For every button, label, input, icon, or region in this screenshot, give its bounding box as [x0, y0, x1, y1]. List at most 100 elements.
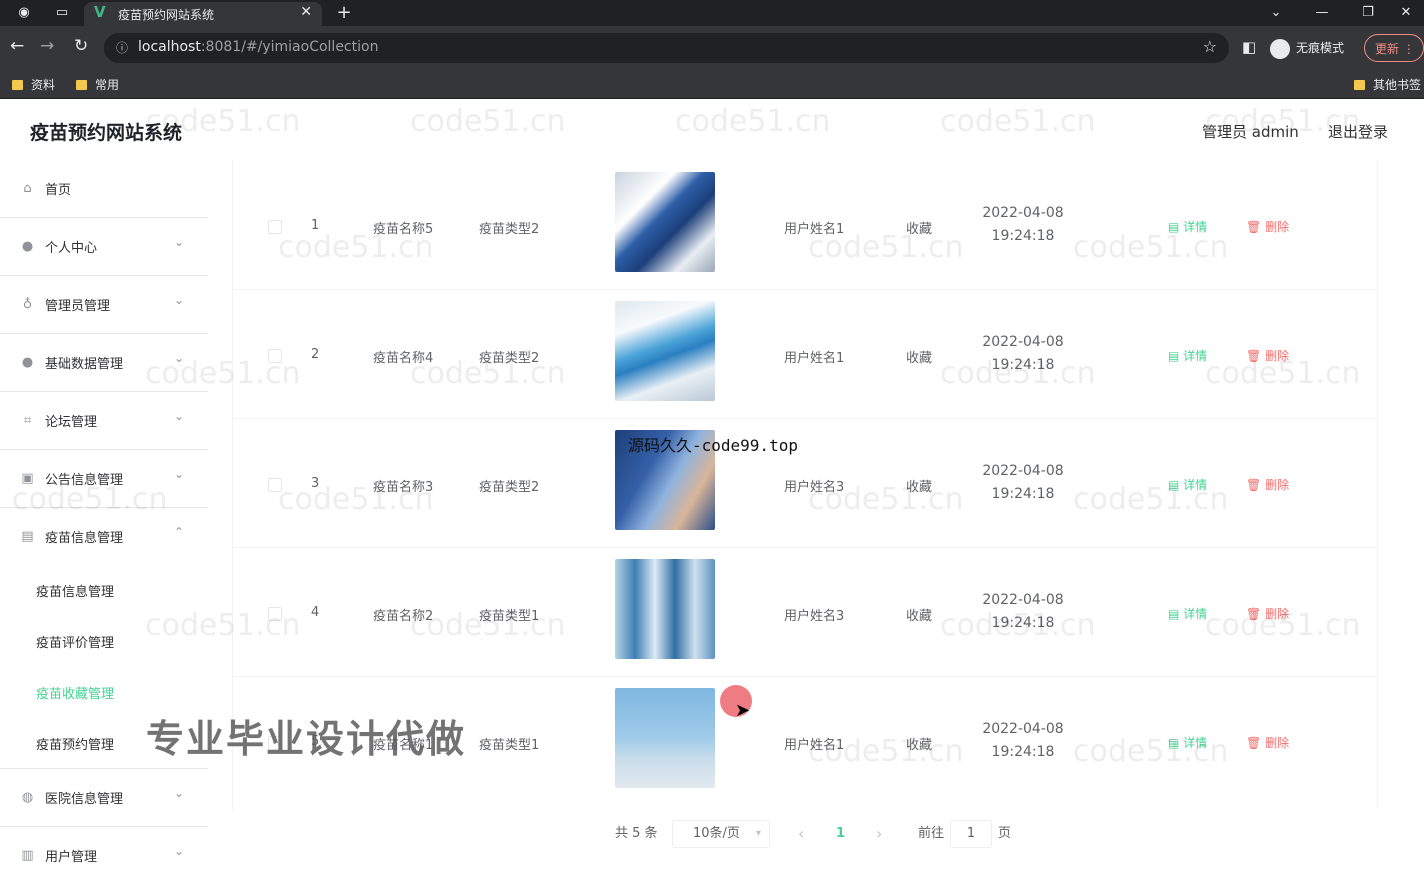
vaccine-name: 疫苗名称2 [373, 609, 434, 624]
chevron-down-icon: ⌄ [174, 351, 185, 365]
detail-button[interactable]: ▤ 详情 [1168, 347, 1207, 364]
printer-icon: ▤ [21, 529, 34, 544]
prev-page-button[interactable]: ‹ [798, 820, 804, 848]
sidebar-item-forum[interactable]: ⌗ 论坛管理 ⌄ [0, 392, 208, 450]
detail-button[interactable]: ▤ 详情 [1168, 218, 1207, 235]
user-name: 用户姓名1 [784, 351, 845, 366]
sidebar-subitem-vaccine-reviews[interactable]: 疫苗评价管理 [36, 632, 114, 651]
insert-time: 2022-04-08 19:24:18 [982, 205, 1064, 244]
restore-icon[interactable]: ❐ [1358, 0, 1378, 26]
table-row: 3 疫苗名称3 疫苗类型2 用户姓名3 收藏 2022-04-08 19:24:1… [233, 418, 1377, 548]
globe-icon[interactable]: ◉ [14, 0, 34, 26]
sidebar-item-admins[interactable]: ♁ 管理员管理 ⌄ [0, 276, 208, 334]
folder-icon [76, 80, 87, 90]
user-name: 用户姓名1 [784, 738, 845, 753]
home-icon: ⌂ [23, 181, 32, 196]
forward-icon[interactable]: → [40, 36, 54, 56]
vaccine-image [615, 559, 715, 659]
minimize-icon[interactable]: — [1312, 0, 1332, 26]
page-number-current[interactable]: 1 [836, 820, 845, 848]
collection-type: 收藏 [906, 609, 933, 624]
row-checkbox[interactable] [268, 349, 282, 363]
address-bar[interactable]: ⓘ localhost:8081/#/yimiaoCollection ☆ [104, 33, 1229, 63]
vue-logo-icon: V [94, 3, 106, 21]
user-name: 用户姓名1 [784, 222, 845, 237]
delete-button[interactable]: 🗑 删除 [1246, 476, 1289, 493]
side-panel-icon[interactable]: ◧ [1242, 38, 1256, 56]
sidebar-item-label: 用户管理 [45, 850, 98, 865]
sidebar-item-notices[interactable]: ▣ 公告信息管理 ⌄ [0, 450, 208, 508]
vaccine-type: 疫苗类型2 [479, 222, 540, 237]
tab-search-icon[interactable]: ⌄ [1266, 0, 1286, 26]
page-unit-label: 页 [998, 826, 1012, 841]
sidebar-subitem-vaccine-collection[interactable]: 疫苗收藏管理 [36, 683, 114, 702]
delete-button[interactable]: 🗑 删除 [1246, 218, 1289, 235]
insert-time: 2022-04-08 19:24:18 [982, 463, 1064, 502]
bookmark-folder[interactable]: 常用 [76, 76, 119, 93]
insert-time: 2022-04-08 19:24:18 [982, 721, 1064, 760]
vaccine-type: 疫苗类型2 [479, 351, 540, 366]
row-checkbox[interactable] [268, 607, 282, 621]
bookmarks-bar: 资料 常用 其他书签 [0, 70, 1424, 99]
bookmark-folder[interactable]: 资料 [12, 76, 55, 93]
vaccine-name: 疫苗名称3 [373, 480, 434, 495]
delete-button[interactable]: 🗑 删除 [1246, 734, 1289, 751]
chevron-down-icon: ⌄ [174, 786, 185, 800]
delete-button[interactable]: 🗑 删除 [1246, 347, 1289, 364]
page-size-select[interactable]: 10条/页 ▾ [672, 820, 770, 848]
detail-button[interactable]: ▤ 详情 [1168, 605, 1207, 622]
goto-label: 前往 [918, 826, 945, 841]
url-text[interactable]: localhost:8081/#/yimiaoCollection [138, 39, 378, 55]
new-tab-button[interactable]: + [334, 0, 354, 26]
window-close-icon[interactable]: ✕ [1396, 0, 1416, 26]
collection-type: 收藏 [906, 480, 933, 495]
sidebar-item-base-data[interactable]: ● 基础数据管理 ⌄ [0, 334, 208, 392]
tab-close-icon[interactable]: ✕ [300, 4, 312, 20]
folder-icon [1354, 80, 1365, 90]
current-user: 管理员 admin [1202, 123, 1299, 141]
logout-link[interactable]: 退出登录 [1328, 121, 1388, 142]
other-bookmarks[interactable]: 其他书签 [1354, 76, 1421, 93]
tab-strip-icon[interactable]: ▭ [52, 0, 72, 26]
insert-time: 2022-04-08 19:24:18 [982, 334, 1064, 373]
next-page-button[interactable]: › [876, 820, 882, 848]
vaccine-name: 疫苗名称5 [373, 222, 434, 237]
sidebar-item-label: 首页 [45, 183, 72, 198]
sidebar-item-users[interactable]: ▥ 用户管理 ⌄ [0, 827, 208, 884]
sidebar-item-hospitals[interactable]: ◍ 医院信息管理 ⌄ [0, 769, 208, 827]
chevron-down-icon: ▾ [755, 828, 761, 839]
chevron-down-icon: ⌄ [174, 293, 185, 307]
sidebar-item-profile[interactable]: ● 个人中心 ⌄ [0, 218, 208, 276]
incognito-indicator[interactable]: 无痕模式 [1270, 36, 1344, 60]
reload-icon[interactable]: ↻ [74, 36, 88, 56]
bookmark-star-icon[interactable]: ☆ [1203, 37, 1217, 56]
detail-button[interactable]: ▤ 详情 [1168, 734, 1207, 751]
watermark-text: code51.cn [940, 104, 1096, 139]
page-title: 疫苗预约网站系统 [30, 122, 183, 144]
mouse-cursor-icon: ➤ [735, 700, 751, 721]
sidebar-subitem-vaccine-info[interactable]: 疫苗信息管理 [36, 581, 114, 600]
row-checkbox[interactable] [268, 478, 282, 492]
vaccine-image [615, 301, 715, 401]
collection-type: 收藏 [906, 738, 933, 753]
delete-button[interactable]: 🗑 删除 [1246, 605, 1289, 622]
sidebar-item-label: 疫苗信息管理 [45, 531, 124, 546]
sidebar-item-home[interactable]: ⌂ 首页 [0, 160, 208, 218]
sidebar-item-label: 医院信息管理 [45, 792, 124, 807]
vaccine-image [615, 688, 715, 788]
update-button[interactable]: 更新 ⋮ [1364, 34, 1424, 62]
pagination-total: 共 5 条 [615, 826, 658, 841]
chevron-up-icon: ⌃ [174, 525, 185, 539]
detail-button[interactable]: ▤ 详情 [1168, 476, 1207, 493]
sidebar-subitem-vaccine-booking[interactable]: 疫苗预约管理 [36, 734, 114, 753]
collection-type: 收藏 [906, 222, 933, 237]
user-icon: ● [21, 355, 34, 370]
back-icon[interactable]: ← [10, 36, 24, 56]
row-checkbox[interactable] [268, 220, 282, 234]
sidebar-item-label: 管理员管理 [45, 299, 111, 314]
browser-tab-bar: ◉ ▭ V 疫苗预约网站系统 ✕ + ⌄ — ❐ ✕ [0, 0, 1424, 26]
site-info-icon[interactable]: ⓘ [116, 39, 128, 56]
goto-page-input[interactable]: 1 [950, 820, 992, 848]
chevron-down-icon: ⌄ [174, 844, 185, 858]
browser-tab[interactable]: V 疫苗预约网站系统 ✕ [84, 2, 322, 26]
